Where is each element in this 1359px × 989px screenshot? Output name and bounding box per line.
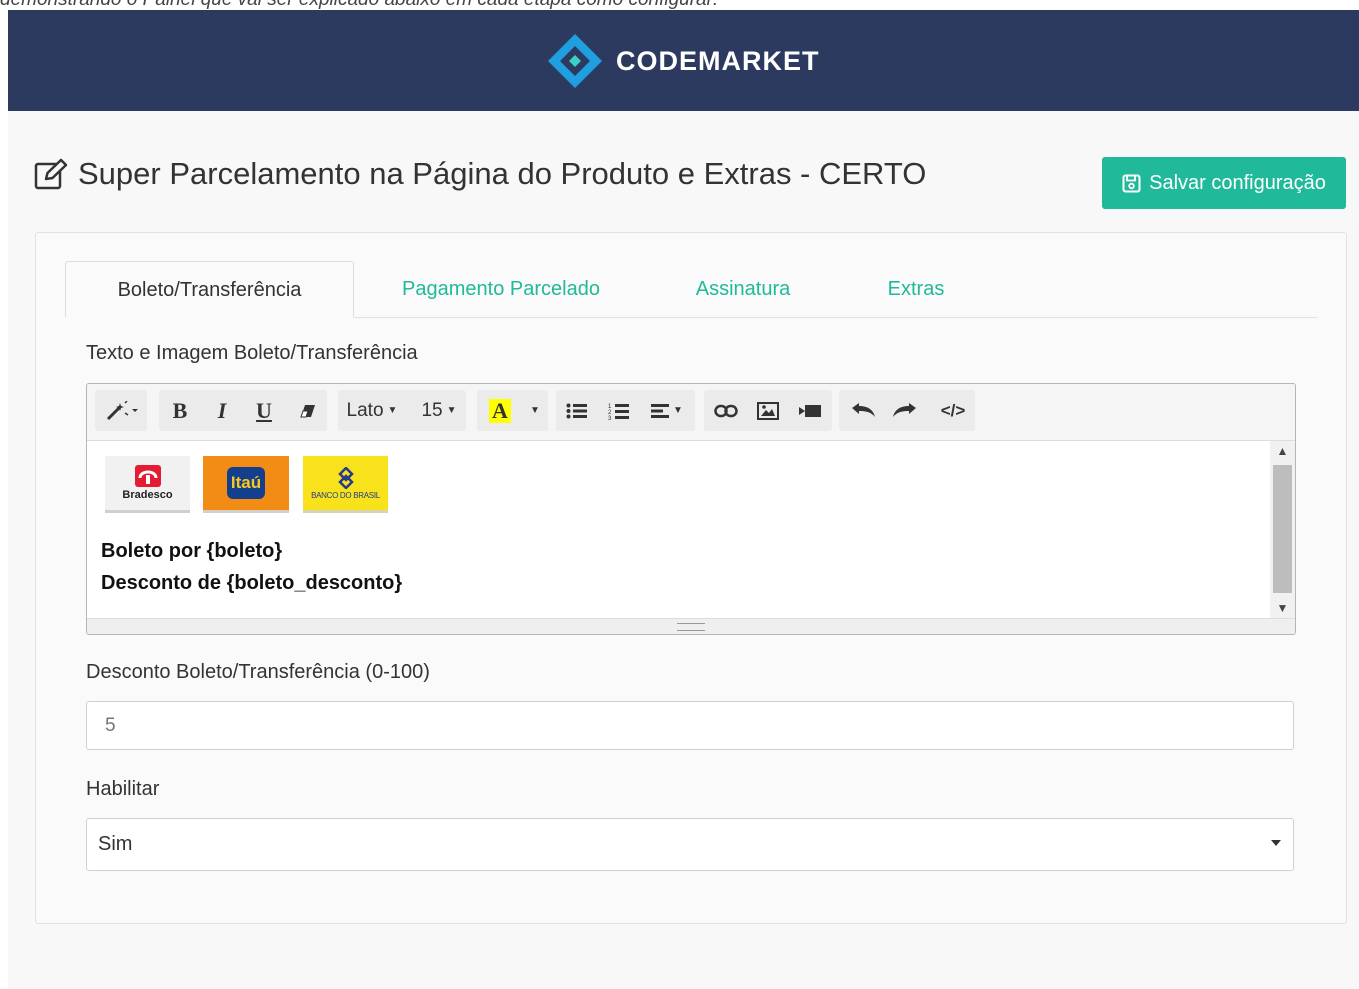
editor-scrollbar[interactable]: ▲ ▼ [1270, 441, 1295, 618]
save-configuration-button[interactable]: Salvar configuração [1102, 157, 1346, 209]
tab-extras[interactable]: Extras [871, 261, 961, 317]
undo-icon[interactable] [845, 390, 881, 431]
font-color-dropdown[interactable]: ▼ [521, 390, 545, 431]
paragraph-align-dropdown[interactable]: ▼ [647, 390, 687, 431]
bradesco-text: Bradesco [122, 489, 173, 501]
link-icon[interactable] [710, 390, 742, 431]
page-title: Super Parcelamento na Página do Produto … [34, 156, 926, 192]
enable-select-value: Sim [98, 833, 133, 855]
header: CODEMARKET [8, 10, 1359, 111]
rich-text-editor: B I U Lato ▼ 15 ▼ A ▼ 1 2 3 ▼ </> Brades… [86, 383, 1296, 635]
brand-name: CODEMARKET [616, 45, 820, 76]
font-family-dropdown[interactable]: Lato ▼ [343, 390, 401, 431]
enable-label: Habilitar [86, 778, 160, 800]
banco-do-brasil-text: BANCO DO BRASIL [311, 490, 380, 500]
content-line-desconto: Desconto de {boleto_desconto} [101, 572, 403, 594]
italic-button[interactable]: I [207, 390, 237, 431]
font-color-button[interactable]: A [483, 390, 517, 431]
chevron-down-icon: ▼ [446, 405, 457, 416]
page-caption: demonstrando o Painel que vai ser explic… [0, 0, 1359, 9]
tab-assinatura[interactable]: Assinatura [678, 261, 808, 317]
scroll-thumb[interactable] [1273, 465, 1292, 593]
bold-button[interactable]: B [165, 390, 195, 431]
settings-panel: Boleto/Transferência Pagamento Parcelado… [35, 232, 1347, 924]
edit-icon [34, 158, 68, 190]
video-icon[interactable] [794, 390, 826, 431]
tab-boleto-transferencia[interactable]: Boleto/Transferência [65, 261, 354, 318]
tab-pagamento-parcelado[interactable]: Pagamento Parcelado [381, 261, 621, 317]
banco-do-brasil-logo: BANCO DO BRASIL [303, 456, 388, 513]
resize-grip-icon [677, 623, 705, 631]
unordered-list-icon[interactable] [563, 390, 591, 431]
underline-button[interactable]: U [249, 390, 279, 431]
enable-select[interactable]: Sim [86, 818, 1294, 871]
editor-toolbar: B I U Lato ▼ 15 ▼ A ▼ 1 2 3 ▼ </> [87, 384, 1295, 441]
content-line-boleto: Boleto por {boleto} [101, 540, 283, 562]
magic-wand-icon[interactable] [99, 390, 145, 431]
font-size-dropdown[interactable]: 15 ▼ [417, 390, 461, 431]
codemarket-logo-icon [548, 34, 602, 88]
ordered-list-icon[interactable]: 1 2 3 [605, 390, 633, 431]
itau-logo: Itaú [203, 456, 289, 513]
floppy-disk-icon [1122, 174, 1141, 193]
chevron-down-icon: ▼ [673, 405, 683, 416]
scroll-down-icon[interactable]: ▼ [1270, 600, 1295, 616]
bradesco-logo: Bradesco [105, 456, 190, 513]
bradesco-icon [134, 465, 161, 487]
code-view-button[interactable]: </> [933, 390, 973, 431]
image-icon[interactable] [752, 390, 784, 431]
banco-do-brasil-icon [337, 466, 354, 489]
redo-icon[interactable] [887, 390, 923, 431]
chevron-down-icon: ▼ [387, 405, 398, 416]
page-title-text: Super Parcelamento na Página do Produto … [78, 156, 927, 191]
svg-text:3: 3 [608, 416, 612, 420]
editor-resize-handle[interactable] [87, 618, 1295, 634]
tab-bar: Boleto/Transferência Pagamento Parcelado… [65, 261, 1317, 318]
eraser-icon[interactable] [293, 390, 323, 431]
brand-logo: CODEMARKET [546, 32, 820, 90]
discount-input[interactable] [86, 701, 1294, 750]
app-frame: CODEMARKET Super Parcelamento na Página … [8, 10, 1359, 989]
font-family-value: Lato [346, 399, 384, 421]
font-color-icon: A [489, 398, 511, 423]
font-size-value: 15 [421, 399, 443, 421]
chevron-down-icon: ▼ [530, 405, 540, 416]
discount-label: Desconto Boleto/Transferência (0-100) [86, 661, 430, 683]
editor-content-area[interactable]: Bradesco Itaú BANCO DO BRASIL Boleto por… [87, 441, 1270, 618]
editor-label: Texto e Imagem Boleto/Transferência [86, 342, 418, 364]
scroll-up-icon[interactable]: ▲ [1270, 443, 1295, 459]
caret-down-icon [1271, 840, 1281, 846]
save-button-label: Salvar configuração [1149, 171, 1326, 194]
itau-text: Itaú [227, 467, 265, 499]
